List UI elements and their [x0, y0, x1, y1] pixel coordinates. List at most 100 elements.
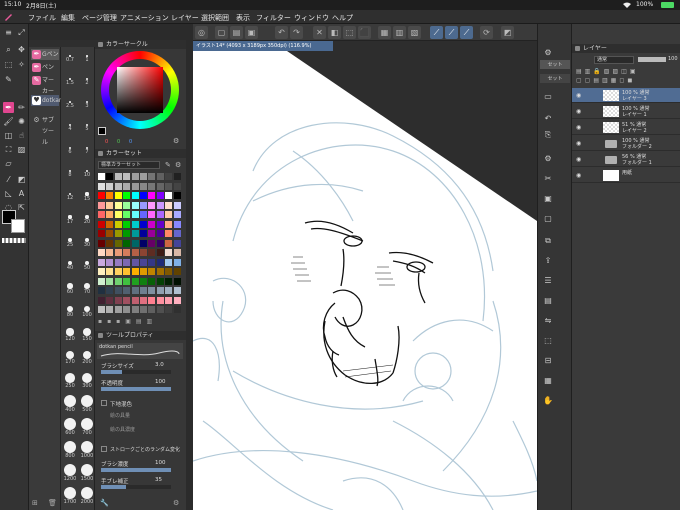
layer-row[interactable]: ◉ 100 % 通常 レイヤー 1	[572, 104, 680, 119]
color-wheel[interactable]	[101, 51, 179, 129]
snap-special-icon[interactable]: ⟋	[445, 26, 458, 39]
color-set-select[interactable]: 標準カラーセット	[98, 161, 160, 169]
color-swatch[interactable]	[131, 220, 139, 228]
delete-subtool-icon[interactable]: 🗑	[48, 499, 57, 507]
brush-size-preset[interactable]: 60	[62, 280, 78, 295]
menu-help[interactable]: ヘルプ	[332, 13, 353, 23]
color-swatch[interactable]	[148, 182, 156, 190]
layer-row[interactable]: ◉ 51 % 通常 レイヤー 2	[572, 120, 680, 135]
color-swatch[interactable]	[123, 230, 131, 237]
brush-size-preset[interactable]: 2.5	[62, 96, 78, 109]
color-swatch[interactable]	[114, 173, 122, 180]
app-menu-icon[interactable]	[4, 13, 14, 21]
brush-size-preset[interactable]: 2000	[79, 487, 95, 505]
color-swatch[interactable]	[114, 258, 122, 266]
color-swatch[interactable]	[131, 192, 139, 199]
edit-color-set-icon[interactable]: ✎	[165, 161, 173, 169]
color-swatch[interactable]	[140, 249, 147, 256]
layer-row[interactable]: ◉ 100 % 通常 フォルダー 2	[572, 136, 680, 151]
eye-icon[interactable]: ◉	[576, 172, 583, 179]
color-swatch[interactable]	[98, 249, 105, 256]
brush-size-preset[interactable]: 500	[79, 395, 95, 413]
color-swatch[interactable]	[148, 287, 156, 294]
color-swatch[interactable]	[123, 258, 131, 266]
color-swatch[interactable]	[173, 201, 181, 209]
color-swatch[interactable]	[173, 277, 181, 285]
color-swatch[interactable]	[165, 220, 173, 228]
deselect-icon[interactable]: ⬛	[358, 26, 371, 39]
color-swatch[interactable]	[140, 277, 147, 285]
blend-mode-select[interactable]: 通常	[594, 56, 634, 64]
color-swatch[interactable]	[156, 220, 164, 228]
color-swatch[interactable]	[114, 268, 122, 275]
right-tab-1[interactable]: セット	[540, 60, 570, 69]
color-swatch[interactable]	[106, 287, 114, 294]
color-swatch[interactable]	[140, 173, 147, 180]
color-swatch[interactable]	[106, 201, 114, 209]
menu-edit[interactable]: 編集	[61, 13, 75, 23]
operation-icon[interactable]: ⇱	[16, 202, 27, 213]
transparent-color-swatch[interactable]	[2, 238, 26, 243]
color-swatch[interactable]	[131, 230, 139, 237]
color-swatch[interactable]	[114, 211, 122, 218]
color-swatch[interactable]	[148, 173, 156, 180]
color-circle-main-swatch[interactable]	[98, 127, 106, 135]
add-subtool-icon[interactable]: ⊞	[32, 499, 40, 507]
color-swatch[interactable]	[106, 258, 114, 266]
snap-icon[interactable]: ▧	[408, 26, 421, 39]
color-swatch[interactable]	[106, 268, 114, 275]
color-swatch[interactable]	[140, 306, 147, 313]
color-swatch[interactable]	[173, 173, 181, 180]
color-swatch[interactable]	[114, 277, 122, 285]
canvas-drawing[interactable]	[193, 41, 537, 510]
brush-size-preset[interactable]: 100	[79, 303, 95, 318]
color-swatch[interactable]	[123, 182, 131, 190]
color-swatch[interactable]	[148, 230, 156, 237]
right-tab-2[interactable]: セット	[540, 74, 570, 83]
rotate-icon[interactable]: ⟳	[480, 26, 493, 39]
color-swatch[interactable]	[131, 296, 139, 304]
color-swatch[interactable]	[98, 287, 105, 294]
color-swatch[interactable]	[156, 258, 164, 266]
color-swatch[interactable]	[114, 220, 122, 228]
crop-icon[interactable]: ⧉	[543, 236, 553, 246]
brush-size-preset[interactable]: 17	[62, 211, 78, 225]
airbrush-icon[interactable]: ✺	[16, 116, 27, 127]
color-swatch[interactable]	[156, 296, 164, 304]
color-swatch[interactable]	[131, 258, 139, 266]
color-swatch[interactable]	[165, 277, 173, 285]
color-swatch[interactable]	[165, 296, 173, 304]
color-swatch[interactable]	[106, 220, 114, 228]
color-swatch[interactable]	[114, 306, 122, 313]
color-swatch[interactable]	[114, 287, 122, 294]
brush-size-preset[interactable]: 1500	[79, 464, 95, 482]
color-swatch[interactable]	[123, 287, 131, 294]
color-swatch[interactable]	[140, 220, 147, 228]
grid-icon[interactable]: ▦	[378, 26, 391, 39]
copy-icon[interactable]: ⎘	[543, 130, 553, 140]
canvas-area[interactable]	[193, 41, 537, 510]
brush-size-preset[interactable]: 4	[62, 119, 78, 132]
color-swatch[interactable]	[98, 211, 105, 218]
layer-row[interactable]: ◉ 用紙	[572, 168, 680, 183]
fullscreen-icon[interactable]: ⤢	[16, 27, 27, 38]
preview-icon[interactable]: ▤	[543, 296, 553, 306]
brush-size-preset[interactable]: 80	[62, 303, 78, 318]
ruler-tool-icon[interactable]: ⁄	[3, 174, 14, 185]
tool-property-wrench-icon[interactable]: 🔧	[100, 499, 109, 507]
menu-page[interactable]: ページ管理	[82, 13, 117, 23]
layer-row[interactable]: ◉ 56 % 通常 フォルダー 1	[572, 152, 680, 167]
brush-size-preset[interactable]: 20	[79, 211, 95, 225]
color-swatch[interactable]	[106, 230, 114, 237]
color-swatch[interactable]	[165, 268, 173, 275]
color-swatch[interactable]	[131, 277, 139, 285]
menu-filter[interactable]: フィルター	[256, 13, 291, 23]
color-swatch[interactable]	[123, 239, 131, 247]
color-swatch[interactable]	[156, 306, 164, 313]
brush-density-value[interactable]: 100	[155, 460, 166, 466]
color-swatch[interactable]	[140, 258, 147, 266]
brush-size-preset[interactable]: 50	[79, 257, 95, 271]
color-swatch[interactable]	[123, 211, 131, 218]
brush-size-preset[interactable]: 120	[62, 326, 78, 342]
eyedropper-icon[interactable]: ✎	[3, 74, 14, 85]
